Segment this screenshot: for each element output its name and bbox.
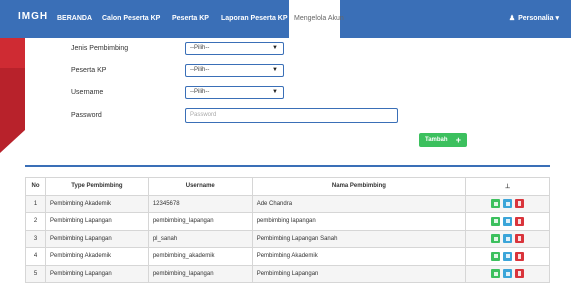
cell-no: 4 (25, 247, 46, 266)
form-row-username: Username --Pilih-- ▼ (0, 86, 571, 102)
cell-actions (465, 229, 550, 248)
edit-icon[interactable] (503, 234, 513, 244)
edit-icon[interactable] (503, 216, 513, 226)
jenis-pembimbing-value: --Pilih-- (190, 45, 210, 51)
cell-nama: Pembimbing Akademik (251, 247, 467, 266)
cell-actions (465, 194, 550, 213)
view-icon[interactable] (491, 216, 501, 226)
edit-icon[interactable] (503, 251, 513, 261)
section-divider (25, 165, 550, 167)
edit-icon[interactable] (503, 199, 513, 209)
form-row-password: Password Password (0, 108, 571, 124)
dropdown-caret-icon: ▼ (272, 67, 278, 73)
chevron-down-icon: ▾ (555, 15, 559, 22)
cell-type: Pembimbing Akademik (44, 194, 149, 213)
view-icon[interactable] (491, 234, 501, 244)
sort-icon: ⊥ (504, 183, 511, 190)
table-row: 1 Pembimbing Akademik 12345678 Ade Chand… (25, 194, 550, 213)
cell-nama: Ade Chandra (251, 194, 467, 213)
col-header-type: Type Pembimbing (44, 177, 149, 196)
dropdown-caret-icon: ▼ (272, 89, 278, 95)
nav-item-beranda[interactable]: BERANDA (53, 0, 96, 38)
nav-item-peserta-kp[interactable]: Peserta KP (168, 0, 213, 38)
plus-icon: + (455, 135, 461, 145)
edit-icon[interactable] (503, 269, 513, 279)
table-row: 3 Pembimbing Lapangan pl_sanah Pembimbin… (25, 229, 550, 248)
nav-item-laporan-peserta-kp[interactable]: Laporan Peserta KP (217, 0, 292, 38)
tambah-label: Tambah (425, 137, 448, 143)
cell-no: 3 (25, 229, 46, 248)
password-input[interactable]: Password (185, 108, 398, 123)
peserta-kp-value: --Pilih-- (190, 67, 210, 73)
view-icon[interactable] (491, 251, 501, 261)
cell-nama: Pembimbing Lapangan Sanah (251, 229, 467, 248)
dropdown-caret-icon: ▼ (272, 45, 278, 51)
table-row: 2 Pembimbing Lapangan pembimbing_lapanga… (25, 212, 550, 231)
cell-nama: pembimbing lapangan (251, 212, 467, 231)
username-value: --Pilih-- (190, 89, 210, 95)
username-label: Username (71, 89, 104, 96)
peserta-kp-select[interactable]: --Pilih-- ▼ (185, 64, 284, 77)
brand-logo[interactable]: IMGH (18, 11, 48, 22)
form-row-jenis-pembimbing: Jenis Pembimbing --Pilih-- ▼ (0, 42, 571, 58)
nav-item-mengelola-akun[interactable]: Mengelola Akun (289, 0, 344, 38)
cell-no: 2 (25, 212, 46, 231)
table-row: 4 Pembimbing Akademik pembimbing_akademi… (25, 247, 550, 266)
delete-icon[interactable] (515, 199, 525, 209)
col-header-actions[interactable]: ⊥ (465, 177, 550, 196)
cell-username: 12345678 (147, 194, 253, 213)
cell-type: Pembimbing Lapangan (44, 229, 149, 248)
col-header-username: Username (147, 177, 253, 196)
cell-type: Pembimbing Akademik (44, 247, 149, 266)
user-menu[interactable]: ♟ Personalia ▾ (509, 0, 559, 38)
cell-username: pembimbing_lapangan (147, 264, 253, 283)
cell-nama: Pembimbing Lapangan (251, 264, 467, 283)
peserta-kp-label: Peserta KP (71, 67, 107, 74)
cell-actions (465, 212, 550, 231)
delete-icon[interactable] (515, 234, 525, 244)
password-label: Password (71, 112, 102, 119)
view-icon[interactable] (491, 199, 501, 209)
pembimbing-table: No Type Pembimbing Username Nama Pembimb… (25, 177, 550, 283)
nav-item-calon-peserta-kp[interactable]: Calon Peserta KP (98, 0, 164, 38)
delete-icon[interactable] (515, 269, 525, 279)
cell-no: 1 (25, 194, 46, 213)
username-select[interactable]: --Pilih-- ▼ (185, 86, 284, 99)
col-header-no: No (25, 177, 46, 196)
user-icon: ♟ (508, 15, 516, 22)
form-row-peserta-kp: Peserta KP --Pilih-- ▼ (0, 64, 571, 80)
col-header-nama: Nama Pembimbing (251, 177, 467, 196)
tambah-button[interactable]: Tambah + (419, 133, 467, 147)
table-header-row: No Type Pembimbing Username Nama Pembimb… (25, 177, 550, 196)
jenis-pembimbing-label: Jenis Pembimbing (71, 45, 129, 52)
cell-type: Pembimbing Lapangan (44, 264, 149, 283)
table-row: 5 Pembimbing Lapangan pembimbing_lapanga… (25, 264, 550, 283)
cell-type: Pembimbing Lapangan (44, 212, 149, 231)
delete-icon[interactable] (515, 251, 525, 261)
cell-username: pembimbing_akademik (147, 247, 253, 266)
top-navbar: IMGH BERANDA Calon Peserta KP Peserta KP… (0, 0, 571, 38)
cell-username: pl_sanah (147, 229, 253, 248)
user-name: Personalia (518, 15, 554, 22)
delete-icon[interactable] (515, 216, 525, 226)
cell-username: pembimbing_lapangan (147, 212, 253, 231)
cell-actions (465, 264, 550, 283)
view-icon[interactable] (491, 269, 501, 279)
cell-actions (465, 247, 550, 266)
jenis-pembimbing-select[interactable]: --Pilih-- ▼ (185, 42, 284, 55)
cell-no: 5 (25, 264, 46, 283)
